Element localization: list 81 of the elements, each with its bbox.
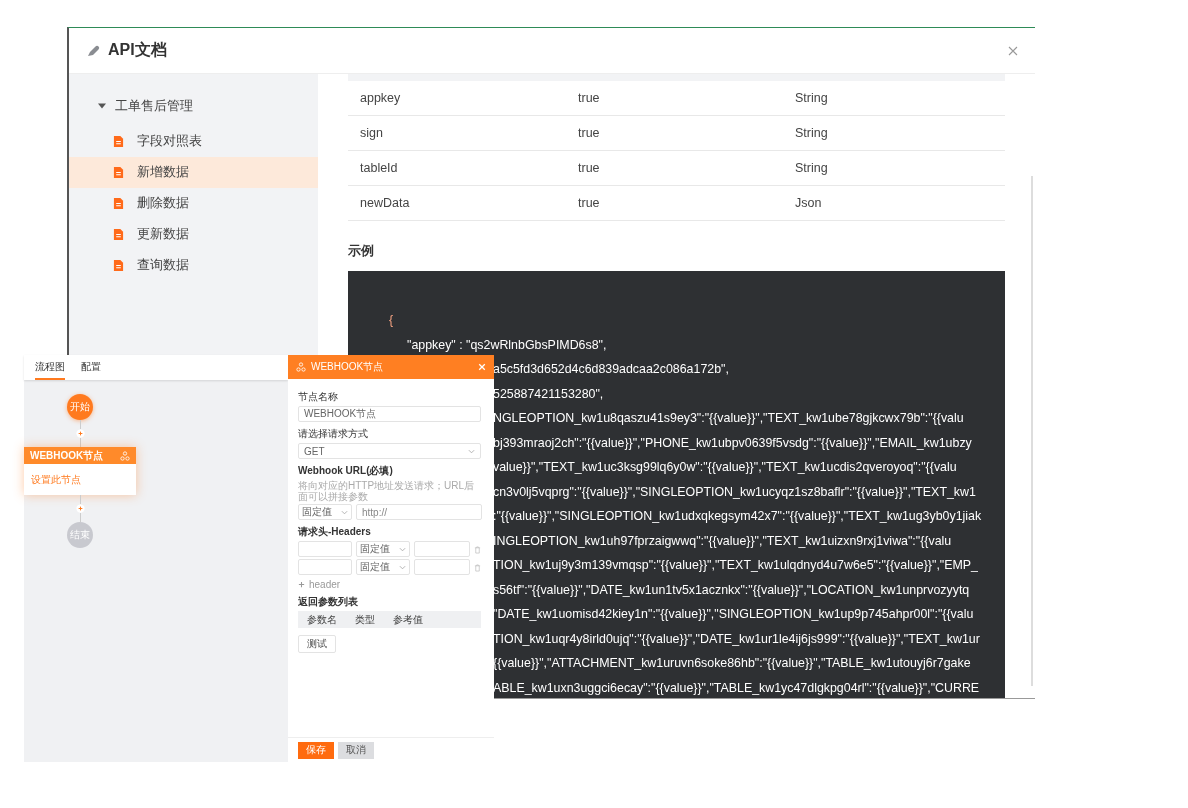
field-label: 请选择请求方式 [298,427,368,441]
field-label: 节点名称 [298,390,338,404]
chevron-icon [399,546,406,552]
input-field[interactable] [298,541,352,557]
sidebar-item[interactable]: 字段对照表 [69,126,318,157]
code-line: s56tf":"{{value}}","DATE_kw1un1tv5x1acznkx":"{{value}}","LOCATION_kw1unprvozyytq [493,582,970,597]
document-icon [113,228,124,241]
tree-group[interactable]: 工单售后管理 [69,95,318,117]
table-cell-text: true [578,196,601,210]
column-header: 类型 [355,612,375,627]
code-line: bj393mraoj2ch":"{{value}}","PHONE_kw1ubpv0639f5vsdg":"{{value}}","EMAIL_kw1ubzy [493,435,972,450]
sidebar-item[interactable]: 新增数据 [69,157,318,188]
table-cell-text: true [578,161,601,175]
add-node-icon[interactable] [75,429,85,438]
select-field[interactable]: 固定值 [356,559,410,575]
trash-icon[interactable] [474,546,481,554]
code-line: {{value}}","ATTACHMENT_kw1uruvn6soke86hb":"{{value}}","TABLE_kw1utouyj6r7gake [493,656,971,670]
plus-icon [298,581,305,588]
chevron-icon [399,564,406,570]
document-icon [113,197,124,210]
node-subtitle: 设置此节点 [31,472,81,487]
code-line: { [388,312,395,329]
table-cell-text: newData [359,196,411,210]
input-field[interactable] [414,541,470,557]
column-header: 参考值 [393,612,423,627]
table-cell-text: true [578,91,601,105]
code-line: ABLE_kw1uxn3uggci6ecay":"{{value}}","TABLE_kw1yc47dlgkpg04rl":"{{value}}","CURRE [493,680,980,695]
table-cell-text: tableId [359,161,399,175]
table-cell-text: true [578,126,601,140]
document-icon [113,259,124,272]
input-field[interactable] [414,559,470,575]
scrollbar[interactable] [1031,176,1033,686]
code-line: cn3v0lj5vqprg":"{{value}}","SINGLEOPTION_kw1ucyqz1sz8baflr":"{{value}}","TEXT_kw1 [493,484,976,499]
table-cell: Json [795,196,822,210]
node-title: WEBHOOK节点 [30,448,104,463]
table-cell: String [795,161,828,175]
select-field[interactable]: GET [298,443,481,459]
field-label: Webhook URL(必填) [298,464,393,478]
close-icon[interactable] [1008,45,1018,56]
code-line: a5c5fd3d652d4c6d839adcaa2c086a172b", [493,362,729,376]
input-field[interactable] [298,559,352,575]
sidebar-item[interactable]: 更新数据 [69,219,318,250]
code-line: INGLEOPTION_kw1uh97fprzaigwwq":"{{value}}","TEXT_kw1uizxn9rxj1viwa":"{{valu [493,533,952,548]
test-button[interactable]: 测试 [298,635,336,653]
window-title: API文档 [108,40,167,60]
code-line: "appkey" : "qs2wRlnbGbsPIMD6s8", [406,336,608,354]
document-icon [113,166,124,179]
field-label: 请求头-Headers [298,525,371,539]
hint-text: 将向对应的HTTP地址发送请求；URL后面可以拼接参数 [298,480,476,502]
tab[interactable]: 流程图 [35,355,65,380]
code-line: NGLEOPTION_kw1u8qaszu41s9ey3":"{{value}}","TEXT_kw1ube78gjkcwx79b":"{{valu [493,411,964,425]
select-field[interactable]: 固定值 [298,504,352,520]
webhook-icon [296,362,306,372]
chevron-icon [468,448,475,454]
input-field[interactable]: WEBHOOK节点 [298,406,481,422]
webhook-icon [120,450,130,461]
select-field[interactable]: 固定值 [356,541,410,557]
table-cell: String [795,126,828,140]
tab[interactable]: 配置 [81,355,101,380]
code-line: value}}","TEXT_kw1uc3ksg99lq6y0w":"{{value}}","TEXT_kw1ucdis2qveroyoq":"{{valu [493,460,957,474]
cancel-button[interactable]: 取消 [338,741,374,759]
table-cell: String [795,91,828,105]
code-line: TION_kw1uj9y3m139vmqsp":"{{value}}","TEXT_kw1ulqdnyd4u7w6e5":"{{value}}","EMP_ [493,558,978,572]
code-line: TION_kw1uqr4y8irld0ujq":"{{value}}","DATE_kw1ur1le4ij6js999":"{{value}}","TEXT_kw1ur [493,631,980,646]
field-label: 返回参数列表 [298,595,358,609]
code-line: :"{{value}}","SINGLEOPTION_kw1udxqkegsym42x7":"{{value}}","TEXT_kw1ug3yb0y1jiak [493,509,982,523]
sidebar-item[interactable]: 删除数据 [69,188,318,219]
group-label: 工单售后管理 [115,97,193,115]
add-node-icon[interactable] [75,504,85,513]
code-line: 525887421153280", [493,386,604,401]
document-icon [113,135,124,148]
section-title: 示例 [348,243,375,260]
trash-icon[interactable] [474,564,481,572]
panel-title: WEBHOOK节点 [311,360,384,374]
table-cell-text: sign [359,126,384,140]
sidebar-item[interactable]: 查询数据 [69,250,318,281]
column-header: 参数名 [307,612,337,627]
code-line: "DATE_kw1uomisd42kiey1n":"{{value}}","SINGLEOPTION_kw1up9p745ahpr00l":"{{valu [493,607,974,621]
table-cell-text: appkey [359,91,402,105]
chevron-icon [341,509,348,515]
url-field[interactable]: http:// [356,504,482,520]
